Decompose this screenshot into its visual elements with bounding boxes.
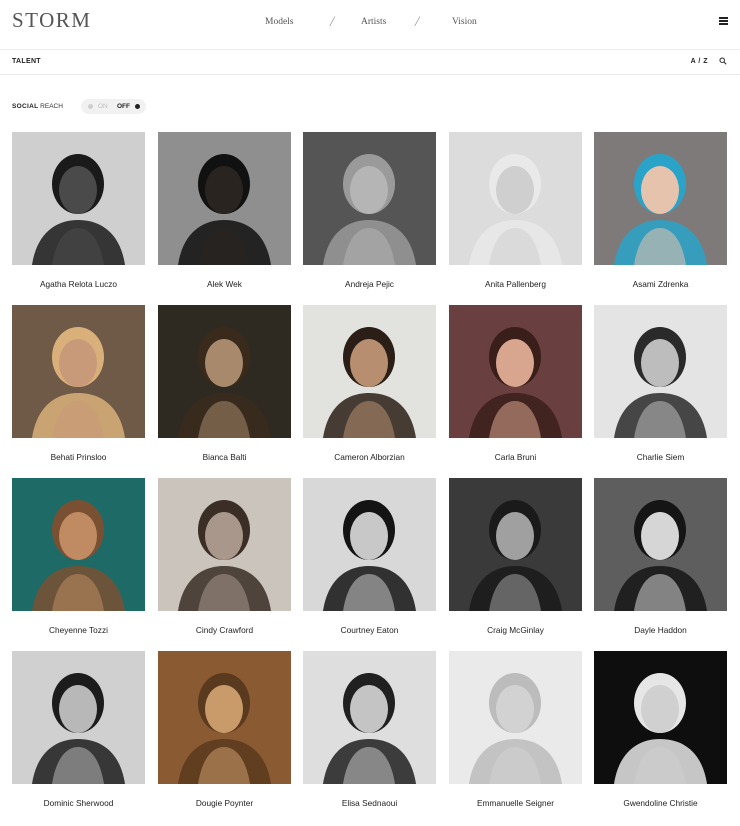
talent-photo[interactable] — [158, 651, 291, 784]
talent-card[interactable]: Cameron Alborzian — [303, 305, 436, 475]
social-reach-label: SOCIAL REACH — [12, 103, 63, 110]
talent-photo[interactable] — [449, 305, 582, 438]
talent-card[interactable]: Emmanuelle Seigner — [449, 651, 582, 821]
talent-name[interactable]: Cindy Crawford — [152, 625, 297, 635]
talent-photo[interactable] — [449, 651, 582, 784]
talent-card[interactable]: Behati Prinsloo — [12, 305, 145, 475]
talent-card[interactable]: Cindy Crawford — [158, 478, 291, 648]
sort-az-button[interactable]: A / Z — [691, 58, 708, 65]
talent-card[interactable]: Agatha Relota Luczo — [12, 132, 145, 302]
talent-name[interactable]: Dominic Sherwood — [6, 798, 151, 808]
talent-photo[interactable] — [449, 478, 582, 611]
talent-photo[interactable] — [303, 132, 436, 265]
talent-name[interactable]: Emmanuelle Seigner — [443, 798, 588, 808]
talent-card[interactable]: Charlie Siem — [594, 305, 727, 475]
hamburger-menu-icon[interactable] — [719, 17, 728, 25]
nav-item-artists[interactable]: Artists — [361, 17, 386, 27]
talent-photo[interactable] — [12, 305, 145, 438]
talent-name[interactable]: Dougie Poynter — [152, 798, 297, 808]
talent-photo[interactable] — [594, 478, 727, 611]
talent-name[interactable]: Cheyenne Tozzi — [6, 625, 151, 635]
talent-photo[interactable] — [12, 478, 145, 611]
talent-name[interactable]: Asami Zdrenka — [588, 279, 733, 289]
site-header: STORM Models / Artists / Vision — [0, 0, 740, 48]
talent-name[interactable]: Carla Bruni — [443, 452, 588, 462]
talent-grid: Agatha Relota Luczo Alek Wek Andreja Pejic… — [12, 132, 729, 822]
talent-photo[interactable] — [303, 305, 436, 438]
talent-name[interactable]: Courtney Eaton — [297, 625, 442, 635]
nav-item-vision[interactable]: Vision — [452, 17, 477, 27]
talent-card[interactable]: Carla Bruni — [449, 305, 582, 475]
talent-photo[interactable] — [449, 132, 582, 265]
talent-card[interactable]: Courtney Eaton — [303, 478, 436, 648]
talent-photo[interactable] — [594, 305, 727, 438]
talent-photo[interactable] — [303, 651, 436, 784]
talent-name[interactable]: Agatha Relota Luczo — [6, 279, 151, 289]
talent-name[interactable]: Cameron Alborzian — [297, 452, 442, 462]
talent-bar: TALENT A / Z — [0, 50, 740, 74]
subbar-divider — [0, 74, 740, 75]
talent-photo[interactable] — [594, 651, 727, 784]
talent-photo[interactable] — [12, 132, 145, 265]
toggle-on-dot — [88, 104, 93, 109]
talent-card[interactable]: Dominic Sherwood — [12, 651, 145, 821]
talent-card[interactable]: Dougie Poynter — [158, 651, 291, 821]
search-icon[interactable] — [719, 57, 727, 65]
talent-card[interactable]: Andreja Pejic — [303, 132, 436, 302]
toggle-on-label: ON — [98, 103, 108, 110]
talent-name[interactable]: Craig McGinlay — [443, 625, 588, 635]
talent-name[interactable]: Dayle Haddon — [588, 625, 733, 635]
talent-name[interactable]: Bianca Balti — [152, 452, 297, 462]
toggle-off-dot — [135, 104, 140, 109]
talent-photo[interactable] — [303, 478, 436, 611]
toggle-off-label: OFF — [117, 103, 130, 110]
talent-name[interactable]: Alek Wek — [152, 279, 297, 289]
social-label-rest: REACH — [40, 103, 63, 110]
talent-card[interactable]: Dayle Haddon — [594, 478, 727, 648]
talent-name[interactable]: Gwendoline Christie — [588, 798, 733, 808]
talent-name[interactable]: Elisa Sednaoui — [297, 798, 442, 808]
section-title: TALENT — [12, 58, 41, 65]
nav-separator: / — [415, 14, 420, 30]
talent-card[interactable]: Gwendoline Christie — [594, 651, 727, 821]
social-reach-toggle[interactable]: ON OFF — [81, 99, 146, 114]
talent-name[interactable]: Andreja Pejic — [297, 279, 442, 289]
social-label-bold: SOCIAL — [12, 103, 39, 110]
talent-photo[interactable] — [594, 132, 727, 265]
talent-card[interactable]: Anita Pallenberg — [449, 132, 582, 302]
nav-item-models[interactable]: Models — [265, 17, 294, 27]
main-nav: Models / Artists / Vision — [0, 14, 740, 31]
talent-photo[interactable] — [158, 478, 291, 611]
talent-card[interactable]: Craig McGinlay — [449, 478, 582, 648]
talent-card[interactable]: Alek Wek — [158, 132, 291, 302]
talent-name[interactable]: Anita Pallenberg — [443, 279, 588, 289]
nav-separator: / — [330, 14, 335, 30]
talent-photo[interactable] — [158, 305, 291, 438]
talent-card[interactable]: Asami Zdrenka — [594, 132, 727, 302]
talent-card[interactable]: Cheyenne Tozzi — [12, 478, 145, 648]
talent-photo[interactable] — [12, 651, 145, 784]
talent-card[interactable]: Bianca Balti — [158, 305, 291, 475]
talent-photo[interactable] — [158, 132, 291, 265]
talent-card[interactable]: Elisa Sednaoui — [303, 651, 436, 821]
talent-name[interactable]: Charlie Siem — [588, 452, 733, 462]
talent-name[interactable]: Behati Prinsloo — [6, 452, 151, 462]
